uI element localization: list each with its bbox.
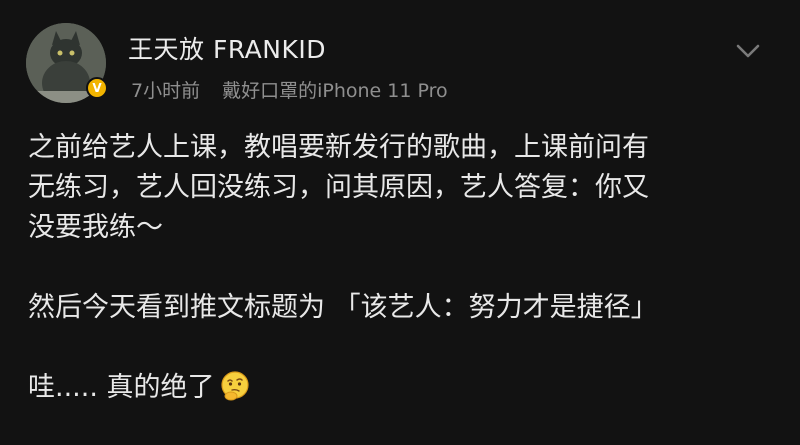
- post-card: V 王天放 FRANKID 7小时前 戴好口罩的iPhone 11 Pro 之前给…: [0, 0, 800, 445]
- post-content: 之前给艺人上课，教唱要新发行的歌曲，上课前问有 无练习，艺人回没练习，问其原因，…: [28, 128, 778, 408]
- post-time: 7小时前: [131, 80, 201, 102]
- username[interactable]: 王天放 FRANKID: [128, 30, 326, 66]
- post-text-line: 无练习，艺人回没练习，问其原因，艺人答复：你又: [28, 172, 649, 203]
- post-text-last-line: 哇..... 真的绝了: [28, 368, 778, 408]
- post-text-line: 然后今天看到推文标题为 「该艺人：努力才是捷径」: [28, 292, 658, 323]
- thinking-face-emoji-icon: [220, 371, 249, 401]
- post-device: 戴好口罩的iPhone 11 Pro: [222, 80, 448, 102]
- verified-badge-icon: V: [86, 77, 108, 99]
- more-options-button[interactable]: [733, 38, 763, 64]
- post-text-line: 没要我练～: [28, 212, 163, 243]
- post-text-line: 之前给艺人上课，教唱要新发行的歌曲，上课前问有: [28, 132, 649, 163]
- chevron-down-icon: [736, 44, 760, 58]
- post-meta: 7小时前 戴好口罩的iPhone 11 Pro: [131, 76, 448, 103]
- post-text-line: 哇..... 真的绝了: [28, 372, 215, 403]
- avatar[interactable]: V: [26, 23, 108, 103]
